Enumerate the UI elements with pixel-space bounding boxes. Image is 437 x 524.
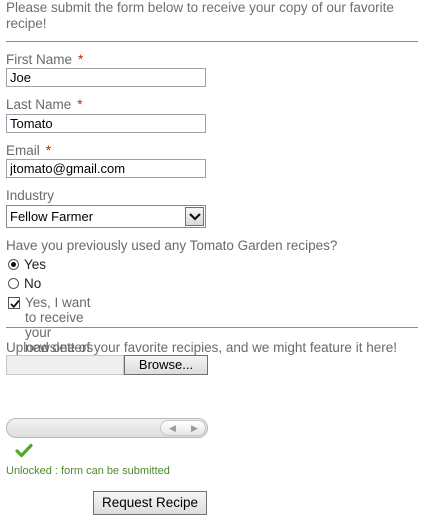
intro-text: Please submit the form below to receive … [6,0,394,31]
newsletter-checkbox[interactable] [8,297,20,309]
required-mark: * [45,143,52,158]
unlock-slider[interactable]: ◀ ▶ [6,418,208,438]
unlocked-checkmark-icon [15,443,33,458]
top-divider [6,41,418,42]
last-name-input[interactable] [6,114,206,133]
industry-select[interactable]: Fellow Farmer [6,205,206,228]
email-label-text: Email [6,143,40,158]
radio-yes-label: Yes [24,257,47,272]
checkmark-icon [10,300,20,309]
radio-yes[interactable] [8,259,19,270]
request-recipe-button[interactable]: Request Recipe [93,491,207,515]
slider-handle[interactable]: ◀ ▶ [160,420,206,436]
first-name-input[interactable] [6,68,206,87]
email-label: Email * [6,143,51,158]
radio-no-label: No [24,276,42,291]
required-mark: * [77,97,83,112]
browse-button[interactable]: Browse... [124,355,208,375]
radio-no[interactable] [8,278,19,289]
first-name-label-text: First Name [6,52,73,67]
radio-selected-dot [11,262,16,267]
previous-use-question: Have you previously used any Tomato Gard… [6,238,338,253]
required-mark: * [78,52,84,67]
industry-label: Industry [6,188,55,203]
last-name-label: Last Name * [6,97,83,112]
unlock-status-text: Unlocked : form can be submitted [6,465,170,477]
email-input[interactable] [6,159,206,178]
last-name-label-text: Last Name [6,97,72,112]
select-arrow-icon[interactable] [185,207,204,226]
middle-divider [6,327,418,328]
upload-prompt: Upload one of your favorite recipies, an… [6,340,397,355]
chevron-left-icon: ◀ [169,423,176,433]
industry-selected-value: Fellow Farmer [10,209,94,224]
chevron-right-icon: ▶ [191,423,198,433]
first-name-label: First Name * [6,52,83,67]
file-path-field[interactable] [6,355,124,375]
